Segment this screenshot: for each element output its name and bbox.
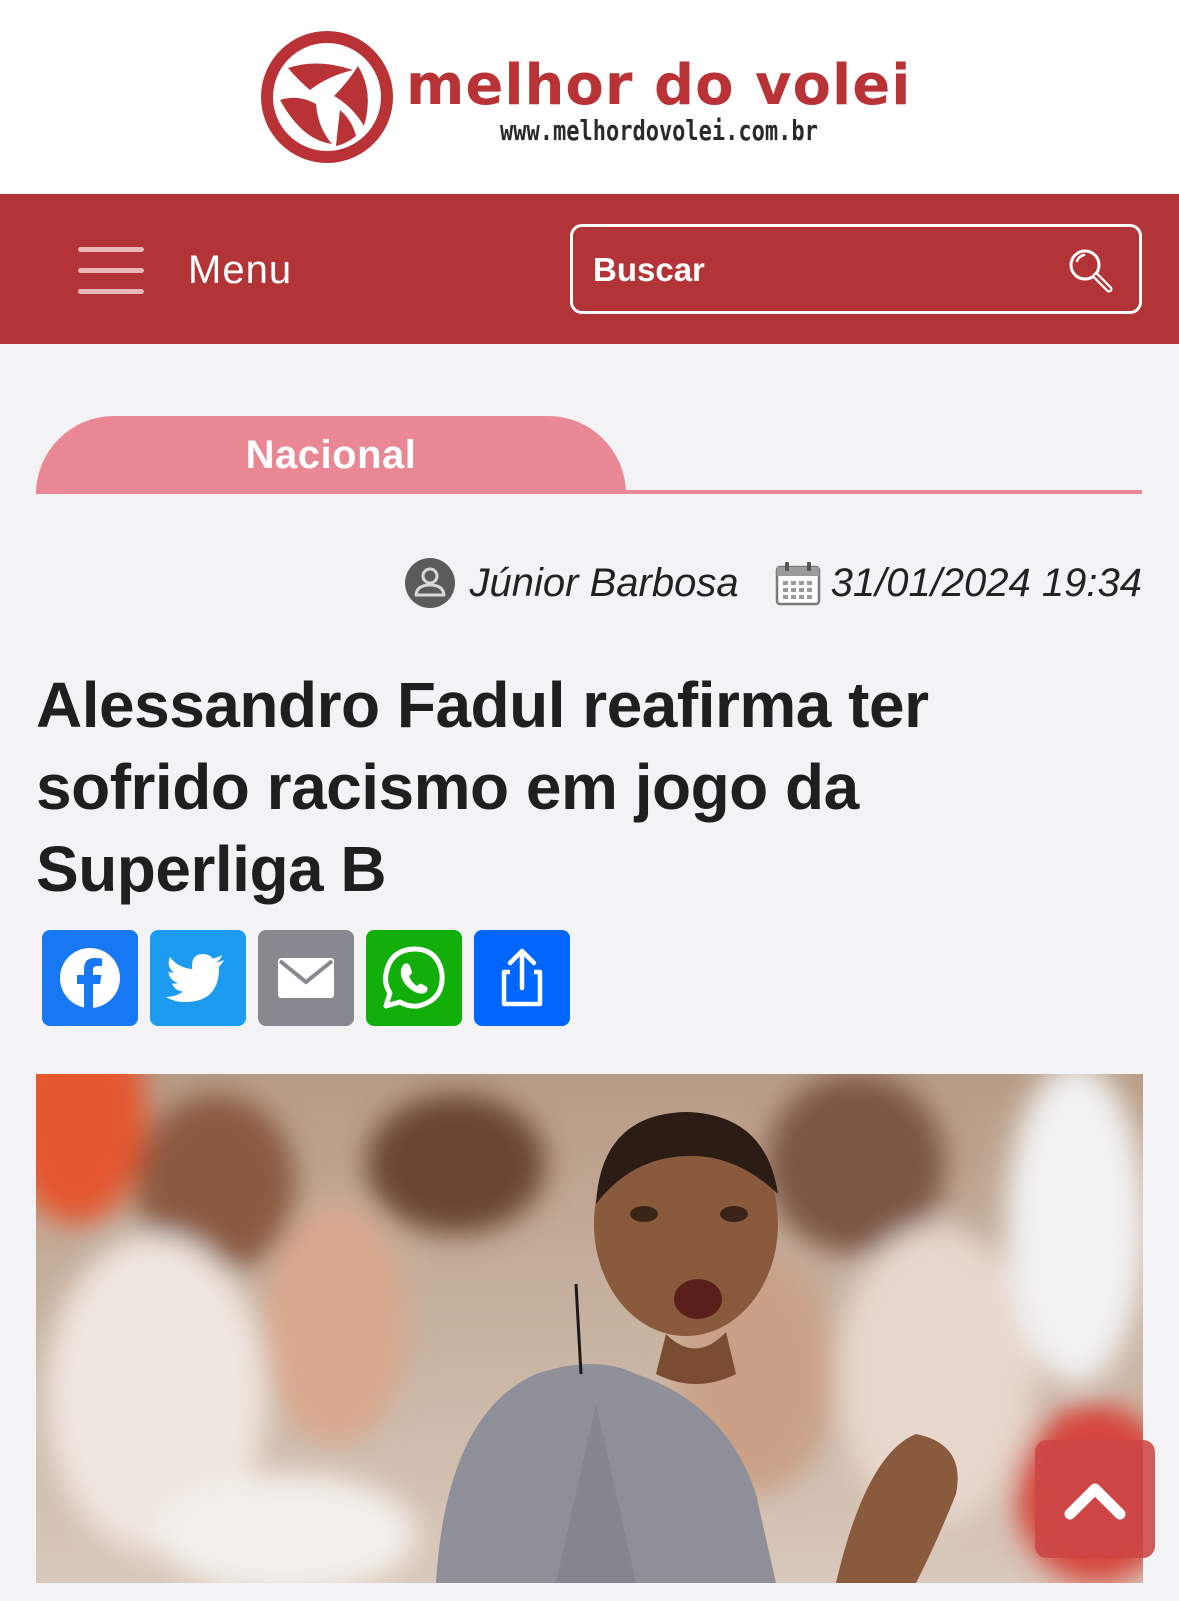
category-divider — [36, 490, 1142, 494]
category-tab[interactable]: Nacional — [36, 416, 626, 494]
author-name[interactable]: Júnior Barbosa — [470, 561, 739, 606]
calendar-icon — [775, 562, 820, 606]
share-email-button[interactable] — [258, 930, 354, 1026]
menu-label: Menu — [188, 247, 293, 292]
menu-button[interactable]: Menu — [78, 242, 292, 298]
search-box[interactable] — [570, 224, 1142, 314]
share-icon — [501, 948, 543, 1007]
volleyball-logo-icon — [261, 31, 393, 163]
article-hero-image[interactable] — [36, 1074, 1143, 1583]
hamburger-icon — [78, 244, 144, 296]
share-whatsapp-button[interactable] — [366, 930, 462, 1026]
search-input[interactable] — [593, 245, 1033, 295]
nav-bar: Menu — [0, 194, 1179, 344]
chevron-up-icon — [1064, 1483, 1126, 1520]
facebook-icon — [60, 948, 120, 1008]
publish-datetime: 31/01/2024 19:34 — [830, 560, 1142, 605]
email-icon — [278, 958, 334, 998]
site-logo[interactable]: melhor do volei www.melhordovolei.com.br — [258, 24, 910, 170]
article-meta: Júnior Barbosa 31/01/2024 19:34 — [404, 555, 1142, 611]
article-headline: Alessandro Fadul reafirma ter sofrido ra… — [36, 669, 929, 905]
share-buttons — [42, 930, 570, 1026]
user-icon — [404, 558, 455, 608]
share-twitter-button[interactable] — [150, 930, 246, 1026]
whatsapp-icon — [383, 946, 445, 1009]
category-label: Nacional — [245, 432, 417, 477]
logo-title: melhor do volei — [406, 53, 912, 118]
scroll-to-top-button[interactable] — [1035, 1440, 1155, 1558]
magnifier-icon[interactable] — [1065, 245, 1117, 297]
twitter-icon — [166, 954, 224, 1002]
share-facebook-button[interactable] — [42, 930, 138, 1026]
photo-placeholder — [36, 1074, 1143, 1583]
site-header: melhor do volei www.melhordovolei.com.br — [0, 0, 1179, 194]
share-more-button[interactable] — [474, 930, 570, 1026]
logo-url: www.melhordovolei.com.br — [500, 116, 818, 148]
